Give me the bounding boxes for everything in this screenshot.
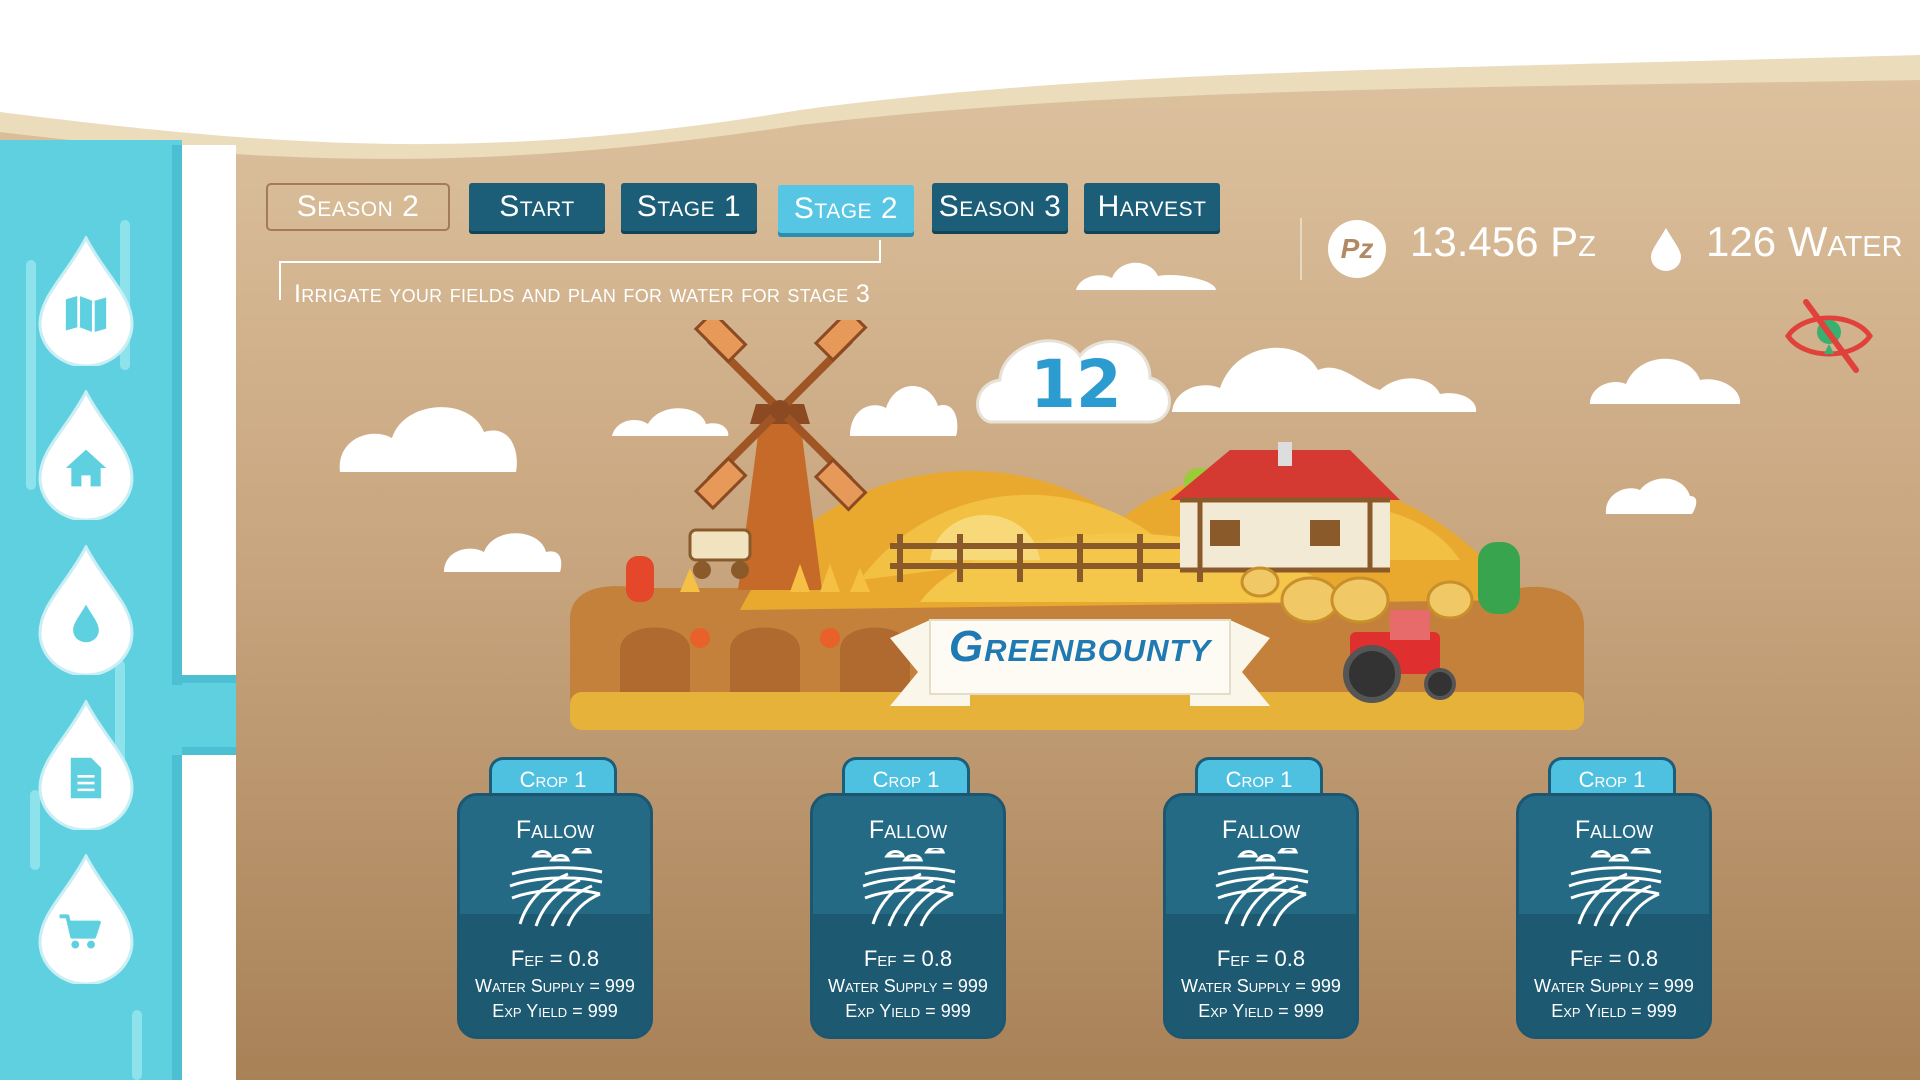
field-icon	[862, 848, 956, 927]
crop-card-body: Fallow Fef = 0.8 Water Supply = 999 Exp …	[810, 793, 1006, 1039]
crop-state: Fallow	[1221, 816, 1301, 844]
game-title: Greenbounty	[948, 622, 1212, 671]
crop-card-body: Fallow Fef = 0.8 Water Supply = 999 Exp …	[1163, 793, 1359, 1039]
crop-fef: Fef = 0.8	[1216, 946, 1306, 971]
crop-expected-yield: Exp Yield = 999	[845, 1001, 971, 1021]
sidebar-item-water[interactable]	[36, 545, 136, 675]
instruction-text: Irrigate your fields and plan for water …	[294, 280, 871, 308]
sidebar-item-documents[interactable]	[36, 700, 136, 830]
resource-divider	[1300, 218, 1302, 280]
water-icon	[1651, 228, 1681, 271]
crop-card-3[interactable]: Crop 1 Fallow Fef = 0.8 Water Supply = 9…	[1163, 757, 1359, 1039]
tab-stage-1[interactable]: Stage 1	[621, 183, 757, 231]
crop-state: Fallow	[1574, 816, 1654, 844]
crop-card-body: Fallow Fef = 0.8 Water Supply = 999 Exp …	[457, 793, 653, 1039]
crop-water-supply: Water Supply = 999	[828, 976, 988, 996]
crop-water-supply: Water Supply = 999	[1181, 976, 1341, 996]
crop-expected-yield: Exp Yield = 999	[492, 1001, 618, 1021]
sidebar-item-shop[interactable]	[36, 854, 136, 984]
water-drop-icon	[73, 604, 99, 643]
shopping-cart-icon	[59, 914, 101, 949]
crop-fef: Fef = 0.8	[863, 946, 953, 971]
crop-state: Fallow	[515, 816, 595, 844]
currency-icon: Pz	[1328, 220, 1386, 278]
tab-stage-2[interactable]: Stage 2	[778, 185, 914, 233]
game-screen: Season 2 Start Stage 1 Stage 2 Season 3 …	[0, 0, 1920, 1080]
water-amount: 126 Water	[1706, 218, 1903, 265]
sidebar-item-map[interactable]	[36, 236, 136, 366]
tab-season-3[interactable]: Season 3	[932, 183, 1068, 231]
crop-fef: Fef = 0.8	[510, 946, 600, 971]
current-season-label: Season 2	[266, 183, 450, 231]
currency-amount: 13.456 Pz	[1410, 218, 1596, 265]
field-icon	[509, 848, 603, 927]
eye-hidden-icon[interactable]	[1784, 296, 1874, 376]
crop-water-supply: Water Supply = 999	[1534, 976, 1694, 996]
home-icon	[65, 449, 107, 487]
crop-card-body: Fallow Fef = 0.8 Water Supply = 999 Exp …	[1516, 793, 1712, 1039]
tab-start[interactable]: Start	[469, 183, 605, 231]
tab-harvest[interactable]: Harvest	[1084, 183, 1220, 231]
map-icon	[65, 295, 107, 333]
crop-water-supply: Water Supply = 999	[475, 976, 635, 996]
field-icon	[1568, 848, 1662, 927]
sidebar-item-home[interactable]	[36, 390, 136, 520]
crop-card-2[interactable]: Crop 1 Fallow Fef = 0.8 Water Supply = 9…	[810, 757, 1006, 1039]
crop-card-1[interactable]: Crop 1 Fallow Fef = 0.8 Water Supply = 9…	[457, 757, 653, 1039]
crop-state: Fallow	[868, 816, 948, 844]
crop-expected-yield: Exp Yield = 999	[1198, 1001, 1324, 1021]
crop-card-4[interactable]: Crop 1 Fallow Fef = 0.8 Water Supply = 9…	[1516, 757, 1712, 1039]
document-icon	[70, 757, 102, 799]
crop-fef: Fef = 0.8	[1569, 946, 1659, 971]
crop-expected-yield: Exp Yield = 999	[1551, 1001, 1677, 1021]
field-icon	[1215, 848, 1309, 927]
